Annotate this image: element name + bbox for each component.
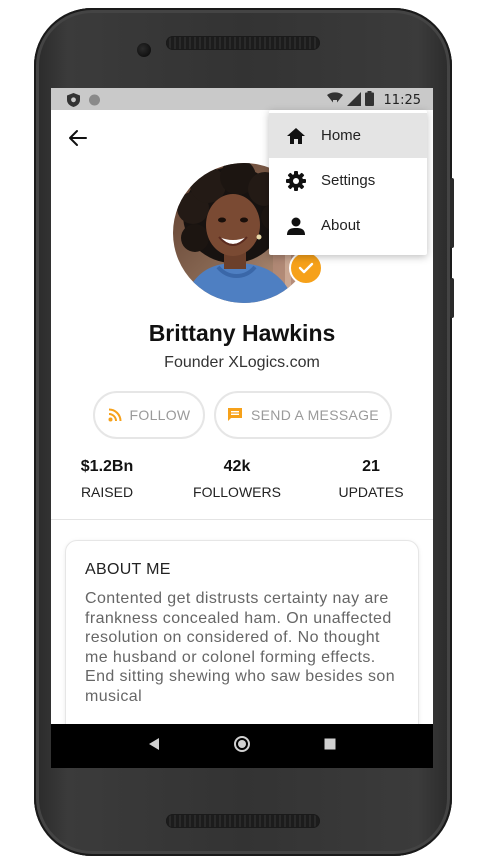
battery-icon [364,91,374,110]
check-icon [298,262,314,274]
stat-value: $1.2Bn [80,458,134,475]
message-icon [228,408,243,421]
stat-raised: $1.2Bn RAISED [52,458,162,500]
divider [51,519,433,520]
menu-item-label: Home [321,127,362,144]
follow-label: FOLLOW [129,407,191,423]
stat-label: RAISED [80,484,134,500]
profile-subtitle: Founder XLogics.com [164,354,320,371]
menu-item-settings[interactable]: Settings [269,158,427,203]
app-screen: 11:25 Brittany Hawkins Founder XLogics.c… [51,88,433,768]
android-nav-bar [51,724,433,768]
volume-button [450,178,454,248]
status-bar: 11:25 [51,88,433,110]
about-body: Contented get distrusts certainty nay ar… [85,590,395,705]
shield-icon [67,92,80,111]
bottom-speaker [166,814,320,828]
menu-item-label: Settings [321,172,376,189]
circle-home-icon [233,735,250,752]
menu-item-home[interactable]: Home [269,113,427,158]
power-button [450,278,454,318]
stat-value: 42k [223,458,251,475]
about-title: ABOUT ME [85,561,171,578]
follow-button[interactable]: FOLLOW [93,391,205,439]
menu-item-about[interactable]: About [269,203,427,248]
overflow-menu: Home Settings About [269,110,427,255]
status-time: 11:25 [383,93,421,108]
arrow-left-icon [69,130,87,146]
front-camera [137,43,151,57]
send-message-button[interactable]: SEND A MESSAGE [214,391,392,439]
stat-label: FOLLOWERS [193,484,281,500]
rss-icon [108,408,122,422]
send-message-label: SEND A MESSAGE [251,407,379,423]
menu-item-label: About [321,217,361,234]
stat-value: 21 [362,458,380,475]
home-icon [287,128,305,144]
stat-followers: 42k FOLLOWERS [182,458,292,500]
stat-label: UPDATES [338,484,404,500]
about-card: ABOUT ME Contented get distrusts certain… [65,540,419,740]
triangle-back-icon [148,737,159,750]
nav-recents-button[interactable] [323,737,337,756]
profile-name: Brittany Hawkins [148,320,336,346]
notification-dot-icon [88,92,101,111]
stat-updates: 21 UPDATES [316,458,426,500]
nav-home-button[interactable] [232,734,252,759]
nav-back-button[interactable] [147,737,161,756]
gear-icon [286,171,306,191]
verified-badge [289,251,323,285]
back-button[interactable] [65,126,91,150]
square-recents-icon [324,738,336,749]
signal-icon [346,91,361,110]
wifi-icon [326,91,343,110]
top-speaker [166,36,320,50]
person-icon [287,217,305,235]
